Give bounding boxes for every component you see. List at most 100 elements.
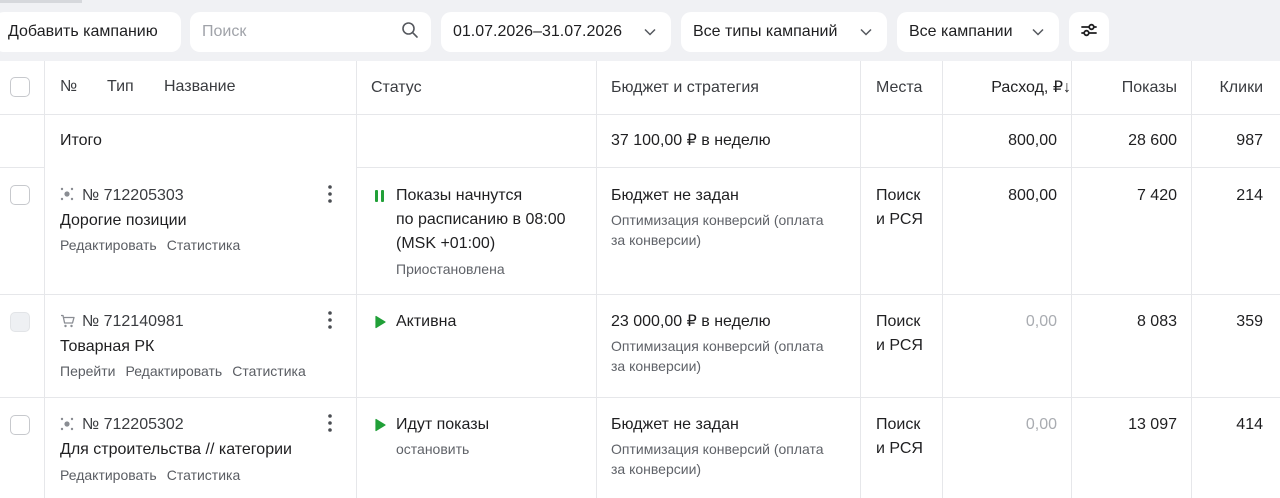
campaigns-select[interactable]: Все кампании	[897, 12, 1059, 52]
play-icon	[374, 315, 386, 329]
spend-value: 0,00	[1025, 416, 1057, 433]
select-all-checkbox[interactable]	[10, 77, 30, 97]
chevron-down-icon	[643, 25, 657, 39]
more-vertical-icon[interactable]	[322, 310, 338, 330]
date-range-value: 01.07.2026–31.07.2026	[453, 23, 623, 40]
play-icon	[374, 418, 386, 432]
spend-value: 0,00	[1025, 313, 1057, 330]
total-impressions: 28 600	[1128, 132, 1177, 149]
add-campaign-button[interactable]: Добавить кампанию	[0, 12, 181, 52]
row-divider	[0, 294, 1280, 295]
total-spend: 800,00	[1008, 132, 1057, 149]
strategy-line2: за конверсии)	[611, 358, 702, 374]
date-range-select[interactable]: 01.07.2026–31.07.2026	[441, 12, 671, 52]
row-checkbox[interactable]	[10, 185, 30, 205]
campaign-id: № 712205302	[82, 416, 184, 433]
search-placeholder: Поиск	[202, 23, 247, 40]
toolbar: Добавить кампанию Поиск 01.07.2026–31.07…	[0, 12, 1280, 52]
edit-link[interactable]: Редактировать	[60, 467, 157, 483]
row-checkbox[interactable]	[10, 415, 30, 435]
edit-link[interactable]: Редактировать	[125, 363, 222, 379]
more-vertical-icon[interactable]	[322, 184, 338, 204]
strategy-line1: Оптимизация конверсий (оплата	[611, 338, 824, 354]
pause-icon	[374, 189, 386, 203]
column-header-places[interactable]: Места	[876, 76, 922, 100]
column-header-budget[interactable]: Бюджет и стратегия	[611, 76, 759, 100]
column-header-spend-sorted[interactable]: Расход, ₽↓	[950, 76, 1071, 100]
add-campaign-label: Добавить кампанию	[8, 23, 158, 40]
places-line2: и РСЯ	[876, 337, 923, 354]
campaigns-value: Все кампании	[909, 23, 1013, 40]
more-vertical-icon[interactable]	[322, 413, 338, 433]
campaigns-table: № Тип Название Статус Бюджет и стратегия…	[0, 61, 1280, 498]
strategy-line1: Оптимизация конверсий (оплата	[611, 441, 824, 457]
go-to-link[interactable]: Перейти	[60, 363, 115, 379]
sliders-icon	[1079, 20, 1099, 45]
stop-link[interactable]: остановить	[396, 439, 469, 459]
statistics-link[interactable]: Статистика	[232, 363, 306, 379]
budget-value: Бюджет не задан	[611, 416, 739, 433]
campaign-actions: Редактировать Статистика	[60, 235, 250, 256]
column-divider	[942, 61, 943, 498]
unified-campaign-icon	[60, 417, 74, 431]
campaign-name[interactable]: Товарная РК	[60, 335, 154, 359]
campaign-name[interactable]: Дорогие позиции	[60, 209, 187, 233]
status-text-line3: (MSK +01:00)	[396, 235, 496, 252]
column-header-number[interactable]: №	[60, 75, 77, 99]
total-label: Итого	[60, 132, 102, 149]
status-substatus: Приостановлена	[396, 261, 505, 277]
places-line2: и РСЯ	[876, 440, 923, 457]
strategy-line1: Оптимизация конверсий (оплата	[611, 212, 824, 228]
row-checkbox[interactable]	[10, 312, 30, 332]
status-text-line1: Показы начнутся	[396, 187, 523, 204]
status-text-line1: Активна	[396, 313, 457, 330]
column-divider	[860, 61, 861, 498]
status-text-line2: по расписанию в 08:00	[396, 211, 566, 228]
places-line1: Поиск	[876, 313, 921, 330]
statistics-link[interactable]: Статистика	[167, 467, 241, 483]
places-line1: Поиск	[876, 187, 921, 204]
spend-value: 800,00	[1008, 187, 1057, 204]
impressions-value: 8 083	[1136, 313, 1177, 330]
statistics-link[interactable]: Статистика	[167, 237, 241, 253]
row-divider	[0, 167, 44, 168]
column-divider	[356, 61, 357, 498]
chevron-down-icon	[859, 25, 873, 39]
column-header-impressions[interactable]: Показы	[1080, 76, 1177, 100]
column-header-status[interactable]: Статус	[371, 76, 422, 100]
clicks-value: 359	[1236, 313, 1263, 330]
total-budget: 37 100,00 ₽ в неделю	[611, 132, 771, 149]
column-divider	[596, 61, 597, 498]
places-line1: Поиск	[876, 416, 921, 433]
clicks-value: 214	[1236, 187, 1263, 204]
edit-link[interactable]: Редактировать	[60, 237, 157, 253]
column-divider	[1071, 61, 1072, 498]
search-input[interactable]: Поиск	[190, 12, 431, 52]
column-header-name[interactable]: Название	[164, 75, 236, 99]
unified-campaign-icon	[60, 187, 74, 201]
campaign-name[interactable]: Для строительства // категории	[60, 438, 292, 462]
campaign-id: № 712205303	[82, 187, 184, 204]
column-divider	[1191, 61, 1192, 498]
status-text-line1: Идут показы	[396, 416, 490, 433]
impressions-value: 7 420	[1136, 187, 1177, 204]
search-icon[interactable]	[401, 21, 419, 44]
filter-settings-button[interactable]	[1069, 12, 1109, 52]
campaign-types-value: Все типы кампаний	[693, 23, 838, 40]
budget-value: Бюджет не задан	[611, 187, 739, 204]
budget-value: 23 000,00 ₽ в неделю	[611, 313, 771, 330]
column-header-type[interactable]: Тип	[107, 75, 134, 99]
row-divider	[0, 114, 1280, 115]
strategy-line2: за конверсии)	[611, 461, 702, 477]
strategy-line2: за конверсии)	[611, 232, 702, 248]
row-divider	[356, 167, 1280, 168]
campaign-types-select[interactable]: Все типы кампаний	[681, 12, 887, 52]
campaign-actions: Перейти Редактировать Статистика	[60, 361, 316, 382]
row-divider	[0, 397, 1280, 398]
clicks-value: 414	[1236, 416, 1263, 433]
column-header-clicks[interactable]: Клики	[1195, 76, 1263, 100]
shopping-cart-icon	[60, 314, 75, 328]
active-tab-indicator	[0, 0, 82, 3]
total-clicks: 987	[1236, 132, 1263, 149]
places-line2: и РСЯ	[876, 211, 923, 228]
